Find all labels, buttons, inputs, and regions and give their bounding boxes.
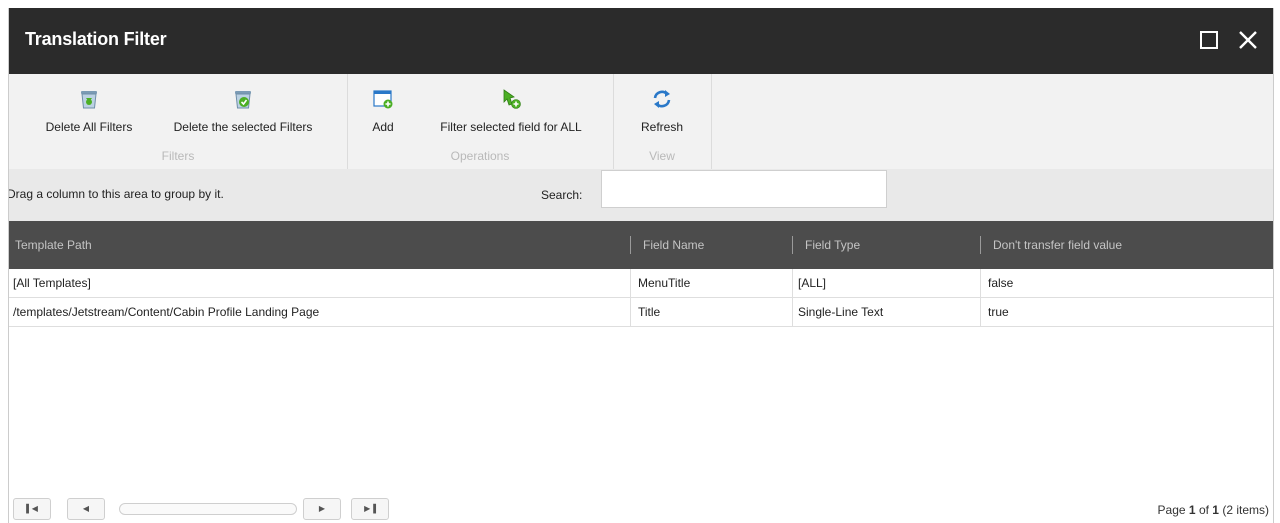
prev-page-icon[interactable]: ◀ [67,498,105,520]
filter-selected-field-for-all-label: Filter selected field for ALL [440,120,582,134]
cell-dont-transfer: false [988,276,1014,290]
filter-selected-field-for-all-button[interactable]: Filter selected field for ALL [423,88,599,134]
table-row[interactable]: /templates/Jetstream/Content/Cabin Profi… [9,298,1273,327]
next-page-icon[interactable]: ▶ [303,498,341,520]
add-button[interactable]: Add [369,88,397,134]
column-header-dont-transfer[interactable]: Don't transfer field value [993,238,1122,252]
cell-dont-transfer: true [988,305,1009,319]
column-header-field-name[interactable]: Field Name [643,238,704,252]
column-header-field-type[interactable]: Field Type [805,238,860,252]
window-title: Translation Filter [25,29,167,49]
page-prefix: Page [1157,503,1186,517]
pager: ▌◀ ◀ ▶ ▶▐ Page 1 of 1 (2 items) [9,493,1273,523]
column-header-template-path[interactable]: Template Path [15,238,92,252]
delete-all-filters-button[interactable]: Delete All Filters [29,88,149,134]
ribbon-group-filters: Delete All Filters Delete the selected F… [9,74,348,169]
recycle-bin-icon [78,88,100,110]
cell-template-path: /templates/Jetstream/Content/Cabin Profi… [13,305,320,319]
cell-divider [980,298,981,326]
cell-field-type: [ALL] [798,276,827,290]
add-window-icon [372,88,394,110]
cell-divider [792,269,793,297]
ribbon-group-operations: Add Filter selected field for ALL Operat… [347,74,614,169]
last-page-icon[interactable]: ▶▐ [351,498,389,520]
search-label: Search: [541,188,583,202]
ribbon-group-filters-label: Filters [161,149,195,163]
cell-divider [792,298,793,326]
group-by-area[interactable]: Drag a column to this area to group by i… [9,169,1273,221]
ribbon-group-operations-label: Operations [450,149,510,163]
column-separator [792,236,793,254]
column-separator [980,236,981,254]
first-page-icon[interactable]: ▌◀ [13,498,51,520]
title-bar: Translation Filter [9,8,1273,74]
cell-template-path: [All Templates] [13,276,91,290]
cell-field-name: MenuTitle [638,276,691,290]
refresh-button[interactable]: Refresh [637,88,687,134]
refresh-label: Refresh [640,120,684,134]
page-info: Page 1 of 1 (2 items) [1158,503,1269,517]
delete-all-filters-label: Delete All Filters [45,120,133,134]
add-label: Add [372,120,394,134]
page-current: 1 [1188,503,1196,517]
table-row[interactable]: [All Templates] MenuTitle [ALL] false [9,269,1273,298]
search-input[interactable] [601,170,887,208]
translation-filter-window: Translation Filter Delete All Filters De… [8,8,1274,523]
delete-selected-filters-button[interactable]: Delete the selected Filters [157,88,329,134]
maximize-icon[interactable] [1197,28,1221,52]
items-count: (2 items) [1222,503,1269,517]
ribbon-group-view-label: View [649,149,675,163]
ribbon-toolbar: Delete All Filters Delete the selected F… [9,74,1273,170]
recycle-bin-check-icon [232,88,254,110]
page-total: 1 [1212,503,1219,517]
cell-divider [630,269,631,297]
cell-field-name: Title [638,305,661,319]
close-icon[interactable] [1236,28,1260,52]
page-of: of [1198,503,1209,517]
page-slider[interactable] [119,503,297,515]
ribbon-group-view: Refresh View [613,74,712,169]
cell-field-type: Single-Line Text [798,305,884,319]
cell-divider [630,298,631,326]
filter-add-icon [500,88,522,110]
column-separator [630,236,631,254]
group-by-hint: Drag a column to this area to group by i… [8,187,224,201]
cell-divider [980,269,981,297]
delete-selected-filters-label: Delete the selected Filters [173,120,313,134]
grid-header: Template Path Field Name Field Type Don'… [9,221,1273,269]
refresh-icon [651,88,673,110]
